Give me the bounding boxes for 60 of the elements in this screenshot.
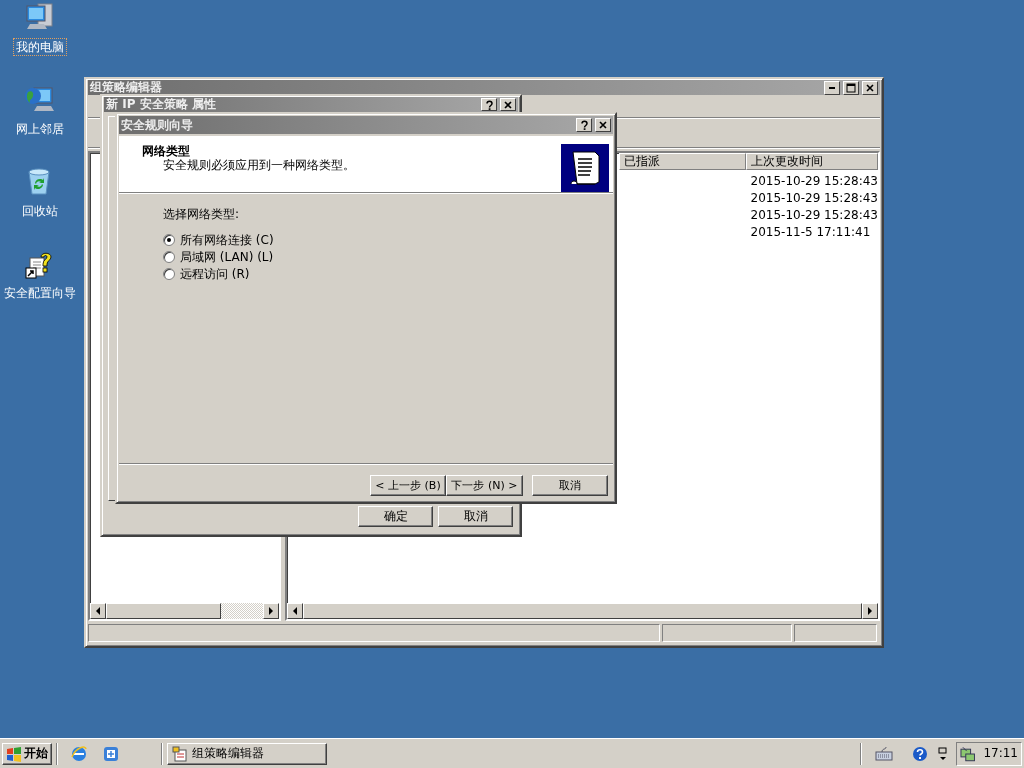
clock[interactable]: 17:11: [983, 746, 1018, 761]
help-button[interactable]: [576, 118, 592, 132]
table-cell: 2015-10-29 15:28:43: [750, 207, 878, 224]
radio-button[interactable]: [163, 267, 175, 280]
close-icon: [598, 120, 608, 130]
start-button[interactable]: 开始: [2, 742, 52, 765]
cancel-button[interactable]: 取消: [532, 475, 608, 496]
dialog-button[interactable]: 确定: [358, 506, 433, 527]
policy-document-icon: [172, 745, 188, 762]
radio-option[interactable]: 所有网络连接 (C): [163, 233, 613, 247]
network-connection-icon[interactable]: [960, 745, 976, 762]
scroll-thumb[interactable]: [106, 603, 221, 619]
desktop-shortcut-icon[interactable]: [102, 744, 120, 763]
scroll-right-button[interactable]: [862, 603, 878, 619]
desktop-icon-label[interactable]: 我的电脑: [13, 38, 67, 57]
keyboard-icon[interactable]: [874, 745, 894, 762]
window-title: 组策略编辑器: [90, 80, 163, 95]
close-button[interactable]: [862, 80, 878, 95]
help-button[interactable]: [481, 98, 497, 111]
help-icon: [484, 99, 494, 110]
browser-icon[interactable]: [70, 744, 88, 763]
close-icon: [865, 82, 875, 93]
radio-button[interactable]: [163, 250, 175, 263]
maximize-button[interactable]: [843, 80, 859, 95]
right-arrow-icon: [267, 607, 274, 615]
next-button[interactable]: 下一步 (N) >: [446, 475, 523, 496]
windows-logo-icon: [6, 745, 22, 762]
wizard-subheading: 安全规则必须应用到一种网络类型。: [162, 158, 356, 173]
table-cell-text: 2015-11-5 17:11:41: [750, 224, 872, 241]
maximize-icon: [846, 82, 856, 93]
help-icon[interactable]: [912, 745, 928, 762]
table-cell: 2015-10-29 15:28:43: [750, 190, 878, 207]
window-title: 安全规则向导: [121, 117, 194, 133]
desktop-icon-label[interactable]: 回收站: [19, 202, 61, 221]
radio-option[interactable]: 远程访问 (R): [163, 267, 613, 281]
radio-option[interactable]: 局域网 (LAN) (L): [163, 250, 613, 264]
taskbar-button[interactable]: 组策略编辑器: [167, 742, 327, 765]
minimize-icon: [829, 86, 835, 89]
back-button[interactable]: < 上一步 (B): [370, 475, 446, 496]
column-header[interactable]: 上次更改时间: [745, 153, 878, 170]
minimize-button[interactable]: [824, 80, 840, 95]
close-icon: [503, 99, 513, 110]
scroll-left-button[interactable]: [286, 603, 303, 619]
table-cell: 2015-10-29 15:28:43: [750, 173, 878, 190]
right-arrow-icon: [867, 607, 873, 615]
window-title: 新 IP 安全策略 属性: [106, 97, 217, 112]
wizard-heading: 网络类型: [142, 144, 191, 159]
desktop-icon-label[interactable]: 安全配置向导: [1, 284, 79, 303]
column-header[interactable]: 已指派: [618, 153, 746, 170]
dialog-button[interactable]: 取消: [438, 506, 513, 527]
left-arrow-icon: [291, 607, 298, 615]
restore-windows-icon[interactable]: [938, 745, 948, 762]
close-button[interactable]: [500, 98, 516, 111]
prompt-label: 选择网络类型:: [163, 207, 241, 222]
left-arrow-icon: [95, 607, 101, 615]
scroll-left-button[interactable]: [90, 603, 106, 619]
close-button[interactable]: [595, 118, 611, 132]
scroll-thumb[interactable]: [302, 603, 862, 619]
help-icon: [579, 120, 589, 130]
desktop-icon-label[interactable]: 网上邻居: [13, 120, 67, 139]
